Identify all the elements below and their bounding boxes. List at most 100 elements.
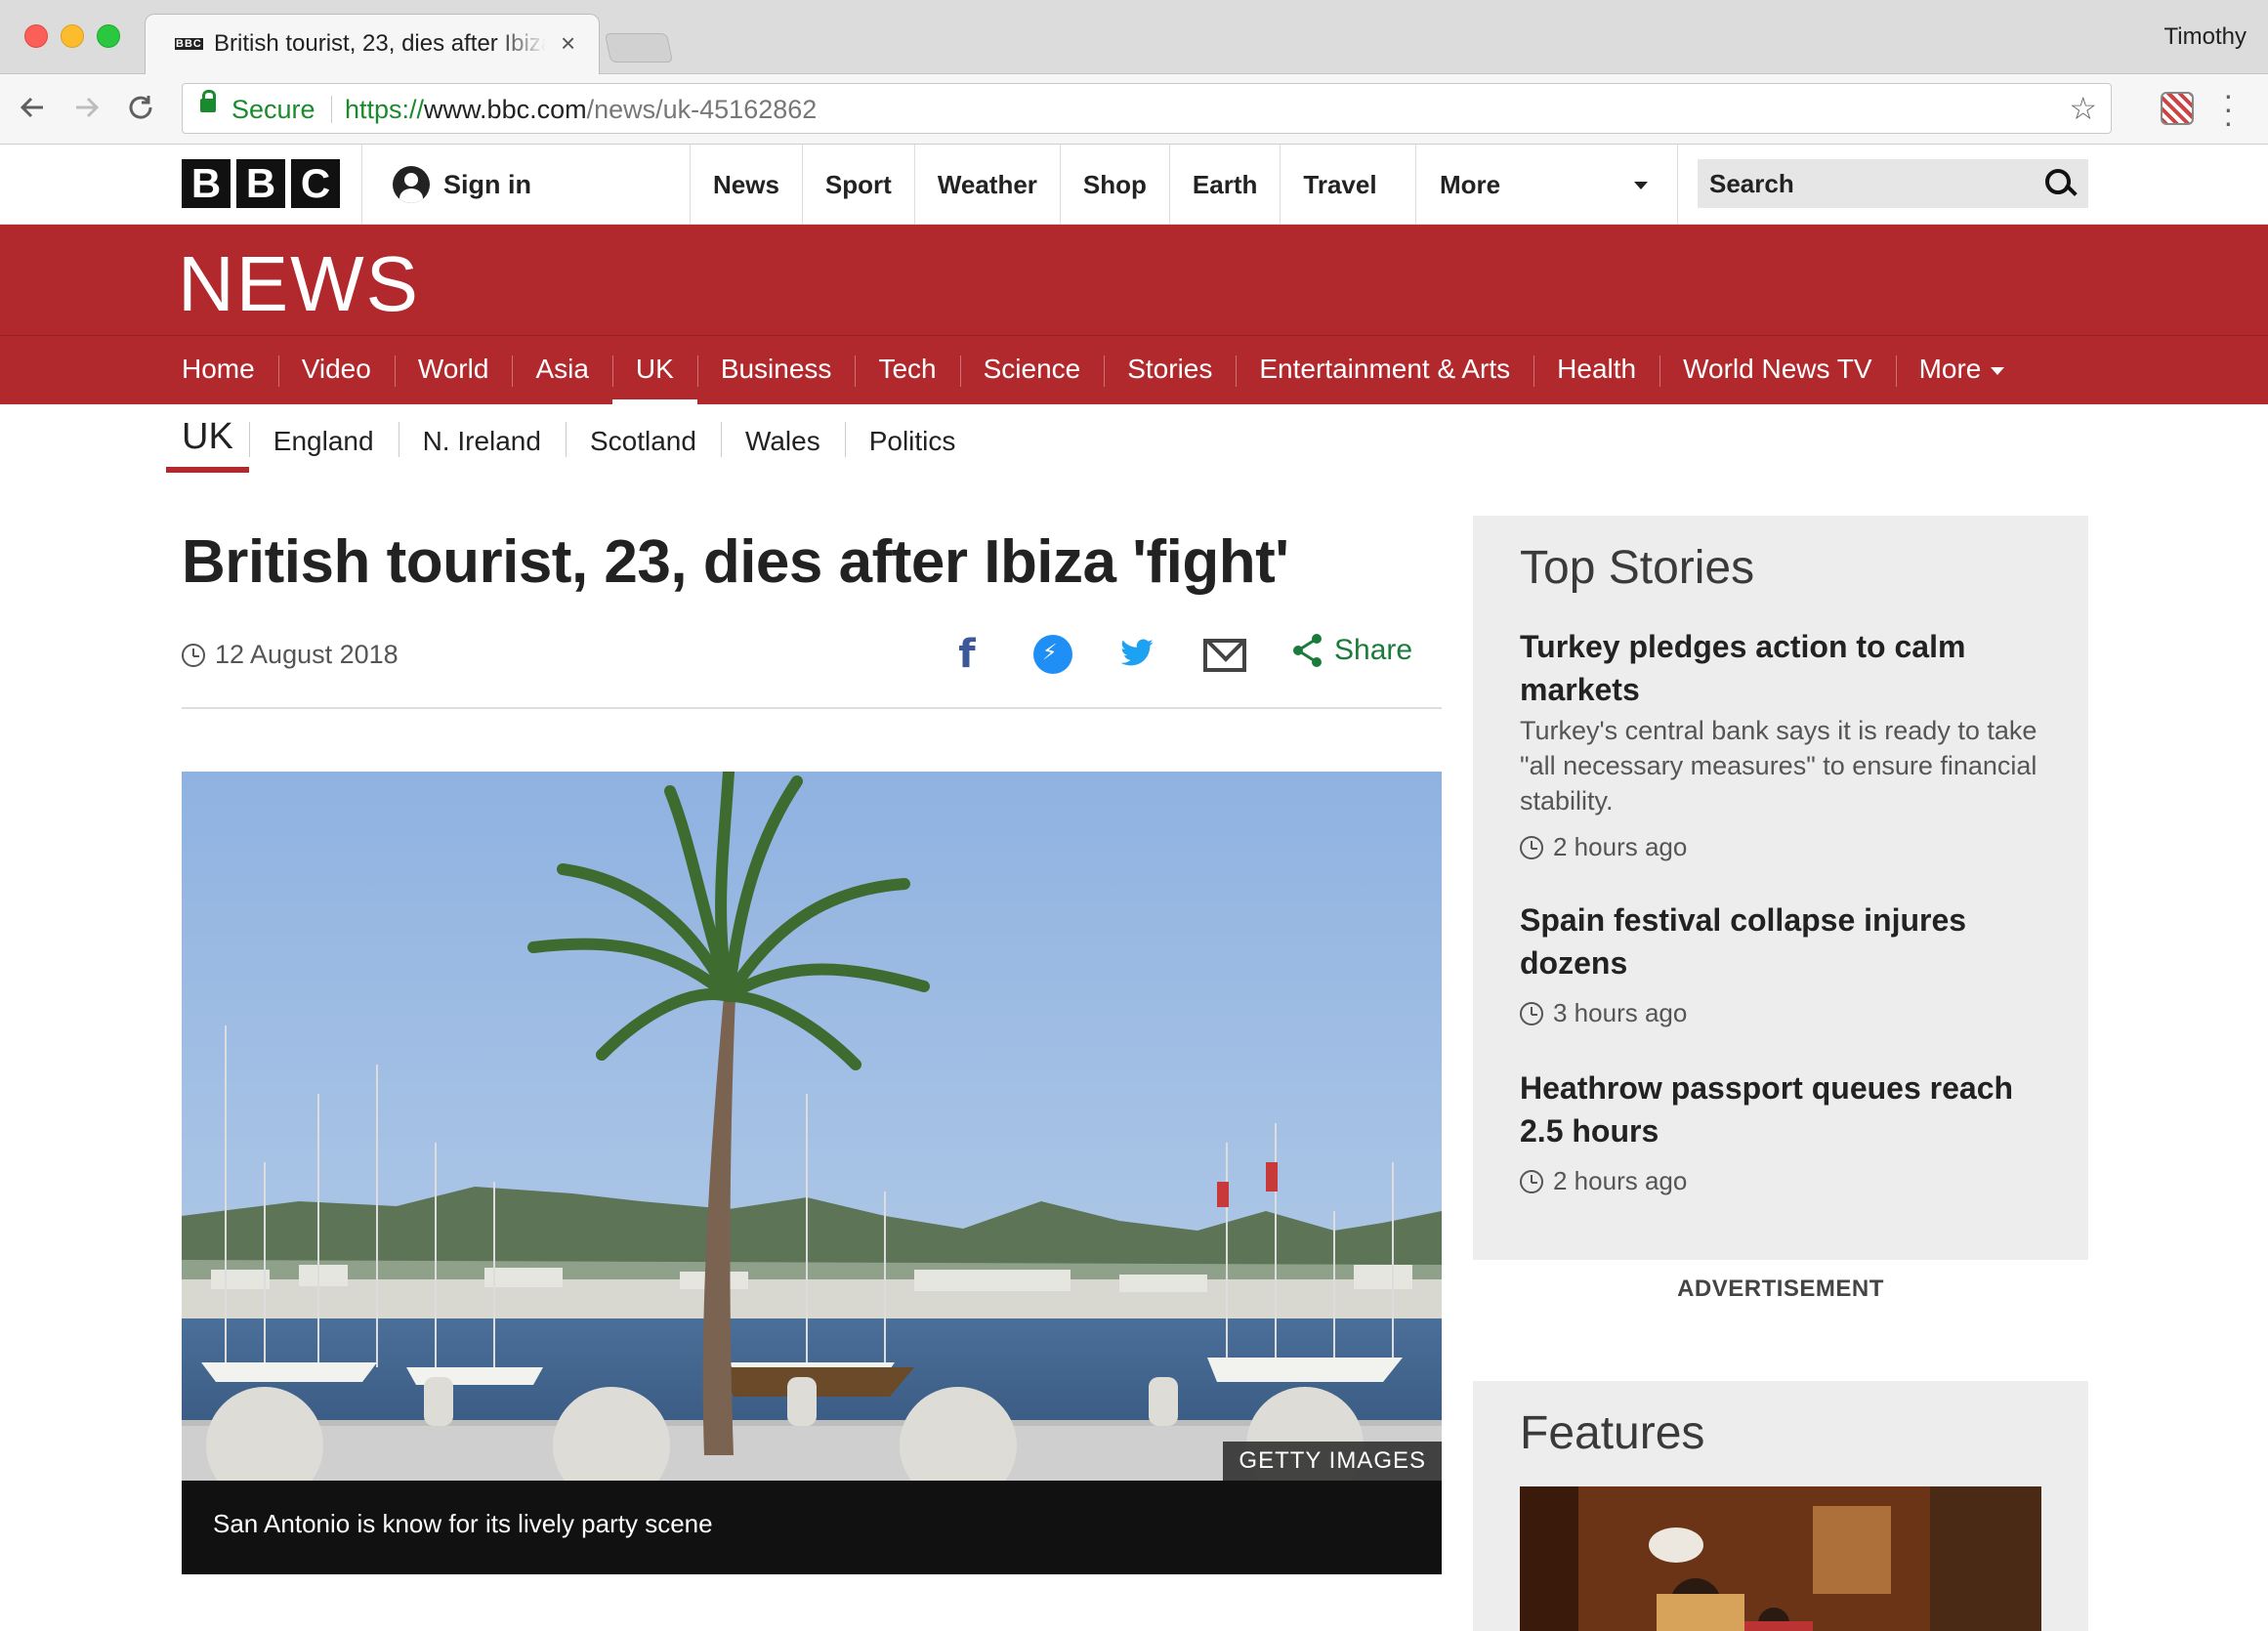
search-icon[interactable] <box>2045 169 2071 194</box>
window-zoom-button[interactable] <box>97 24 120 48</box>
sub-nav-title[interactable]: UK <box>166 404 249 473</box>
top-stories-panel: Top Stories Turkey pledges action to cal… <box>1473 516 2088 1260</box>
divider <box>182 707 1442 709</box>
sub-nav-politics[interactable]: Politics <box>844 404 981 457</box>
story-item[interactable]: Heathrow passport queues reach 2.5 hours… <box>1520 1066 2047 1196</box>
section-nav-stories[interactable]: Stories <box>1104 336 1236 405</box>
share-icon <box>1293 634 1322 667</box>
sub-nav-n-ireland[interactable]: N. Ireland <box>398 404 566 457</box>
share-button[interactable]: Share <box>1291 633 1412 668</box>
lock-icon <box>200 90 216 112</box>
section-nav-more[interactable]: More <box>1895 336 2029 405</box>
bookmark-star-icon[interactable]: ☆ <box>2069 90 2097 127</box>
extension-icon[interactable] <box>2161 92 2194 125</box>
section-nav-business[interactable]: Business <box>696 336 856 405</box>
article-date: 12 August 2018 <box>182 640 399 670</box>
profile-name[interactable]: Timothy <box>2164 23 2247 51</box>
url-text[interactable]: https://www.bbc.com/news/uk-45162862 <box>345 95 817 125</box>
tab-title: British tourist, 23, dies after Ibiza <box>214 30 546 57</box>
top-stories-title: Top Stories <box>1520 542 1755 594</box>
forward-arrow-icon[interactable] <box>72 88 102 136</box>
news-masthead: NEWS <box>0 225 2268 335</box>
email-icon[interactable] <box>1203 639 1246 672</box>
clock-icon <box>1520 1169 1543 1193</box>
chevron-down-icon <box>1634 182 1648 189</box>
uk-sub-nav: UK England N. Ireland Scotland Wales Pol… <box>166 404 980 473</box>
feature-image[interactable] <box>1520 1486 2041 1631</box>
address-bar[interactable]: Secure https://www.bbc.com/news/uk-45162… <box>182 83 2112 134</box>
browser-tab[interactable]: BBC British tourist, 23, dies after Ibiz… <box>145 14 600 75</box>
clock-icon <box>182 643 205 667</box>
story-summary: Turkey's central bank says it is ready t… <box>1520 716 2037 816</box>
advertisement-label: ADVERTISEMENT <box>1677 1276 1884 1302</box>
browser-toolbar: Secure https://www.bbc.com/news/uk-45162… <box>0 74 2268 145</box>
clock-icon <box>1520 1001 1543 1025</box>
section-nav-entertainment-arts[interactable]: Entertainment & Arts <box>1236 336 1533 405</box>
global-nav-sport[interactable]: Sport <box>801 145 914 225</box>
sign-in-label: Sign in <box>443 169 531 199</box>
address-separator <box>331 96 332 123</box>
user-icon <box>393 166 430 203</box>
search-placeholder: Search <box>1709 169 1794 198</box>
reload-icon[interactable] <box>127 88 156 136</box>
article-figure: GETTY IMAGES San Antonio is know for its… <box>182 772 1442 1574</box>
new-tab-button[interactable] <box>604 33 674 63</box>
section-nav-health[interactable]: Health <box>1533 336 1659 405</box>
header-divider <box>361 145 362 225</box>
features-panel: Features <box>1473 1381 2088 1631</box>
story-item[interactable]: Spain festival collapse injures dozens 3… <box>1520 899 2047 1028</box>
features-title: Features <box>1520 1407 1705 1459</box>
article-photo[interactable]: GETTY IMAGES <box>182 772 1442 1481</box>
story-time: 2 hours ago <box>1520 1166 2047 1196</box>
tab-close-icon[interactable]: × <box>561 28 575 59</box>
story-item[interactable]: Turkey pledges action to calm markets Tu… <box>1520 625 2047 862</box>
global-nav-travel[interactable]: Travel <box>1280 145 1399 225</box>
secure-label: Secure <box>231 95 315 124</box>
story-title[interactable]: Spain festival collapse injures dozens <box>1520 899 2047 984</box>
browser-tab-bar: BBC British tourist, 23, dies after Ibiz… <box>0 0 2268 75</box>
bbc-favicon-icon: BBC <box>175 38 203 50</box>
section-nav-science[interactable]: Science <box>959 336 1105 405</box>
section-nav-uk[interactable]: UK <box>611 336 697 405</box>
article-headline: British tourist, 23, dies after Ibiza 'f… <box>182 528 1289 596</box>
sub-nav-scotland[interactable]: Scotland <box>565 404 721 457</box>
global-nav-news[interactable]: News <box>690 145 802 225</box>
twitter-icon[interactable] <box>1117 633 1160 676</box>
section-nav-home[interactable]: Home <box>158 336 278 405</box>
window-minimize-button[interactable] <box>61 24 84 48</box>
news-wordmark[interactable]: NEWS <box>178 239 420 329</box>
global-nav: News Sport Weather Shop Earth Travel <box>690 145 1400 225</box>
story-time: 2 hours ago <box>1520 832 2047 862</box>
search-input[interactable]: Search <box>1698 159 2088 208</box>
messenger-icon[interactable] <box>1033 635 1072 674</box>
global-nav-shop[interactable]: Shop <box>1059 145 1169 225</box>
sub-nav-england[interactable]: England <box>248 404 399 457</box>
share-label: Share <box>1334 634 1413 666</box>
section-nav-world[interactable]: World <box>394 336 513 405</box>
section-nav-tech[interactable]: Tech <box>855 336 959 405</box>
date-text: 12 August 2018 <box>215 640 399 669</box>
story-title[interactable]: Turkey pledges action to calm markets <box>1520 625 2047 711</box>
section-nav-video[interactable]: Video <box>277 336 395 405</box>
story-title[interactable]: Heathrow passport queues reach 2.5 hours <box>1520 1066 2047 1152</box>
bbc-global-header: BBC Sign in News Sport Weather Shop Eart… <box>0 145 2268 225</box>
section-nav-asia[interactable]: Asia <box>512 336 611 405</box>
bbc-logo[interactable]: BBC <box>182 159 340 208</box>
chevron-down-icon <box>1991 366 2005 375</box>
global-nav-more[interactable]: More <box>1415 145 1678 225</box>
window-close-button[interactable] <box>24 24 48 48</box>
more-label: More <box>1440 170 1501 199</box>
back-arrow-icon[interactable] <box>18 88 47 136</box>
clock-icon <box>1520 835 1543 859</box>
image-caption: San Antonio is know for its lively party… <box>213 1509 713 1538</box>
section-nav-world-news-tv[interactable]: World News TV <box>1659 336 1895 405</box>
sub-nav-wales[interactable]: Wales <box>720 404 845 457</box>
section-nav: Home Video World Asia UK Business Tech S… <box>0 335 2268 405</box>
menu-icon[interactable]: · · · <box>2223 79 2234 138</box>
image-credit: GETTY IMAGES <box>1223 1442 1442 1481</box>
global-nav-weather[interactable]: Weather <box>913 145 1060 225</box>
story-time: 3 hours ago <box>1520 998 2047 1028</box>
global-nav-earth[interactable]: Earth <box>1168 145 1280 225</box>
sign-in-link[interactable]: Sign in <box>393 166 531 203</box>
facebook-icon[interactable]: f <box>945 633 988 676</box>
